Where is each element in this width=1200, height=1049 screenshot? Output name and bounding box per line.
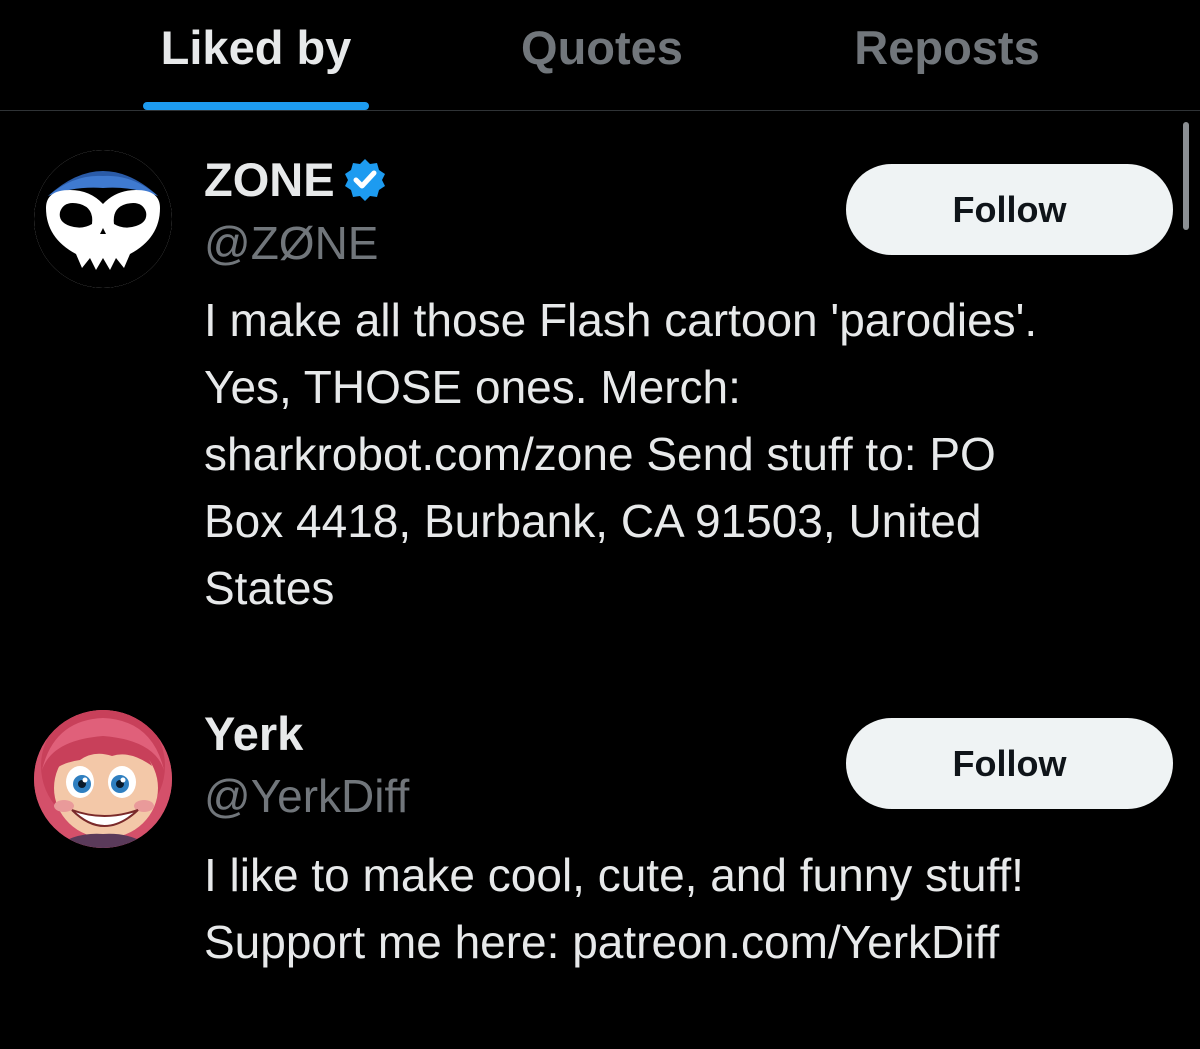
bio-line[interactable]: sharkrobot.com/zone Send stuff to: PO [204, 421, 1164, 488]
follow-button[interactable]: Follow [846, 164, 1173, 255]
display-name[interactable]: Yerk [204, 706, 303, 762]
display-name[interactable]: ZONE [204, 152, 335, 208]
scrollbar[interactable] [1183, 122, 1189, 230]
user-bio: I make all those Flash cartoon 'parodies… [204, 287, 1164, 622]
tab-liked-by[interactable]: Liked by [143, 0, 369, 110]
name-line: ZONE [204, 152, 389, 208]
bio-line: I make all those Flash cartoon 'parodies… [204, 294, 1038, 346]
tab-reposts[interactable]: Reposts [830, 0, 1064, 110]
tab-quotes-label: Quotes [521, 21, 683, 74]
bio-line: I like to make cool, cute, and funny stu… [204, 849, 1024, 901]
tab-reposts-label: Reposts [854, 21, 1040, 74]
tab-bar: Liked by Quotes Reposts [0, 0, 1200, 111]
bio-line[interactable]: Support me here: patreon.com/YerkDiff [204, 909, 1164, 976]
tab-liked-by-label: Liked by [160, 21, 352, 74]
active-tab-indicator [143, 102, 369, 110]
user-handle: @YerkDiff [204, 770, 410, 822]
tab-quotes[interactable]: Quotes [490, 0, 714, 110]
user-bio: I like to make cool, cute, and funny stu… [204, 842, 1164, 976]
name-line: Yerk [204, 706, 303, 762]
cartoon-girl-avatar-icon [34, 710, 172, 848]
bio-line: Box 4418, Burbank, CA 91503, United [204, 495, 982, 547]
zone-skull-logo-icon [34, 150, 172, 288]
bio-line: States [204, 562, 335, 614]
avatar[interactable] [34, 710, 172, 848]
verified-badge-icon [341, 156, 389, 204]
user-handle: @ZØNE [204, 217, 379, 269]
follow-button[interactable]: Follow [846, 718, 1173, 809]
bio-line: Yes, THOSE ones. Merch: [204, 361, 741, 413]
avatar[interactable] [34, 150, 172, 288]
